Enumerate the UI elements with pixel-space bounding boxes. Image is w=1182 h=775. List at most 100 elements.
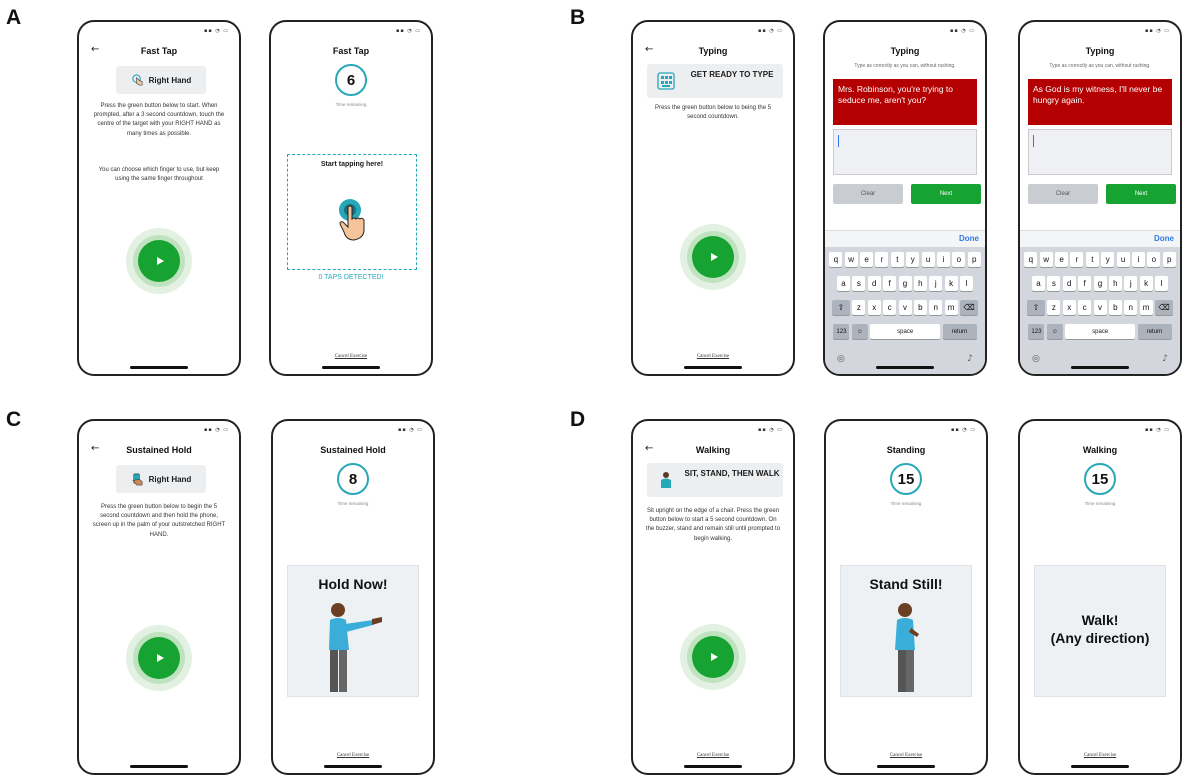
key[interactable]: a — [1032, 276, 1045, 291]
screen-title: Fast Tap — [332, 46, 370, 56]
key[interactable]: b — [913, 300, 927, 315]
shift-key-icon[interactable]: ⇧ — [832, 300, 850, 315]
key[interactable]: g — [898, 276, 912, 291]
key[interactable]: m — [944, 300, 958, 315]
numbers-key[interactable]: 123 — [833, 324, 850, 339]
backspace-key-icon[interactable]: ⌫ — [1155, 300, 1173, 315]
timer-label: Time remaining — [337, 501, 369, 506]
cancel-exercise-link[interactable]: Cancel Exercise — [633, 753, 793, 758]
keyboard-row-1: qwertyuiop — [1020, 252, 1180, 267]
key[interactable]: d — [867, 276, 881, 291]
key[interactable]: n — [929, 300, 943, 315]
cancel-exercise-link[interactable]: Cancel Exercise — [826, 753, 986, 758]
hand-label: Right Hand — [148, 75, 192, 85]
start-button[interactable] — [138, 240, 180, 282]
key[interactable]: w — [1039, 252, 1053, 267]
key[interactable]: i — [936, 252, 950, 267]
instruction-scene: Walk! (Any direction) — [1034, 565, 1166, 697]
return-key[interactable]: return — [1137, 324, 1172, 339]
key[interactable]: w — [844, 252, 858, 267]
key[interactable]: b — [1108, 300, 1122, 315]
globe-icon[interactable]: ◎ — [1032, 354, 1040, 364]
key[interactable]: p — [967, 252, 981, 267]
key[interactable]: u — [1116, 252, 1130, 267]
key[interactable]: z — [852, 300, 866, 315]
cancel-exercise-link[interactable]: Cancel Exercise — [1020, 753, 1180, 758]
clear-button[interactable]: Clear — [1028, 184, 1098, 204]
key[interactable]: g — [1093, 276, 1107, 291]
cancel-exercise-link[interactable]: Cancel Exercise — [273, 753, 433, 758]
key[interactable]: y — [906, 252, 920, 267]
return-key[interactable]: return — [942, 324, 977, 339]
key[interactable]: a — [837, 276, 850, 291]
key[interactable]: l — [1155, 276, 1168, 291]
ready-indicator: GET READY TO TYPE — [647, 64, 783, 98]
key[interactable]: h — [1108, 276, 1122, 291]
done-button[interactable]: Done — [959, 234, 979, 243]
key[interactable]: c — [1078, 300, 1092, 315]
key[interactable]: r — [1070, 252, 1084, 267]
key[interactable]: j — [1124, 276, 1138, 291]
globe-icon[interactable]: ◎ — [837, 354, 845, 364]
screen-title: Sustained Hold — [320, 445, 386, 455]
clear-button[interactable]: Clear — [833, 184, 903, 204]
key[interactable]: q — [829, 252, 843, 267]
key[interactable]: s — [1047, 276, 1061, 291]
key[interactable]: c — [883, 300, 897, 315]
scene-text: Walk! (Any direction) — [1035, 611, 1165, 647]
microphone-icon[interactable]: ♪ — [967, 354, 973, 364]
shift-key-icon[interactable]: ⇧ — [1027, 300, 1045, 315]
cancel-exercise-link[interactable]: Cancel Exercise — [271, 354, 431, 359]
key[interactable]: n — [1124, 300, 1138, 315]
status-bar-icons: ▪▪ ◔ ▭ — [950, 427, 976, 433]
start-button[interactable] — [692, 236, 734, 278]
instructions: Sit upright on the edge of a chair. Pres… — [645, 508, 781, 542]
key[interactable]: v — [898, 300, 912, 315]
key[interactable]: e — [860, 252, 874, 267]
start-button[interactable] — [138, 637, 180, 679]
key[interactable]: j — [929, 276, 943, 291]
next-button[interactable]: Next — [911, 184, 981, 204]
key[interactable]: t — [1085, 252, 1099, 267]
key[interactable]: k — [1139, 276, 1153, 291]
start-button[interactable] — [692, 636, 734, 678]
key[interactable]: m — [1139, 300, 1153, 315]
key[interactable]: k — [944, 276, 958, 291]
key[interactable]: z — [1047, 300, 1061, 315]
key[interactable]: h — [913, 276, 927, 291]
done-button[interactable]: Done — [1154, 234, 1174, 243]
key[interactable]: o — [1147, 252, 1161, 267]
key[interactable]: e — [1055, 252, 1069, 267]
key[interactable]: l — [960, 276, 973, 291]
key[interactable]: p — [1162, 252, 1176, 267]
numbers-key[interactable]: 123 — [1028, 324, 1045, 339]
space-key[interactable]: space — [870, 324, 941, 339]
next-button[interactable]: Next — [1106, 184, 1176, 204]
emoji-key-icon[interactable]: ☺ — [851, 324, 868, 339]
typing-input[interactable] — [833, 129, 977, 175]
key[interactable]: s — [852, 276, 866, 291]
key[interactable]: x — [867, 300, 881, 315]
key[interactable]: d — [1062, 276, 1076, 291]
key[interactable]: i — [1131, 252, 1145, 267]
key[interactable]: o — [952, 252, 966, 267]
typing-subtitle: Type as correctly as you can, without ru… — [854, 63, 956, 69]
backspace-key-icon[interactable]: ⌫ — [960, 300, 978, 315]
screen-title: Typing — [1085, 46, 1115, 56]
key[interactable]: x — [1062, 300, 1076, 315]
microphone-icon[interactable]: ♪ — [1162, 354, 1168, 364]
key[interactable]: t — [890, 252, 904, 267]
key[interactable]: u — [921, 252, 935, 267]
cancel-exercise-link[interactable]: Cancel Exercise — [633, 354, 793, 359]
typing-input[interactable] — [1028, 129, 1172, 175]
key[interactable]: v — [1093, 300, 1107, 315]
key[interactable]: f — [883, 276, 897, 291]
key[interactable]: f — [1078, 276, 1092, 291]
tap-target-zone[interactable]: Start tapping here! — [287, 154, 417, 270]
key[interactable]: y — [1101, 252, 1115, 267]
emoji-key-icon[interactable]: ☺ — [1046, 324, 1063, 339]
key[interactable]: q — [1024, 252, 1038, 267]
space-key[interactable]: space — [1065, 324, 1136, 339]
key[interactable]: r — [875, 252, 889, 267]
play-icon — [710, 653, 718, 661]
